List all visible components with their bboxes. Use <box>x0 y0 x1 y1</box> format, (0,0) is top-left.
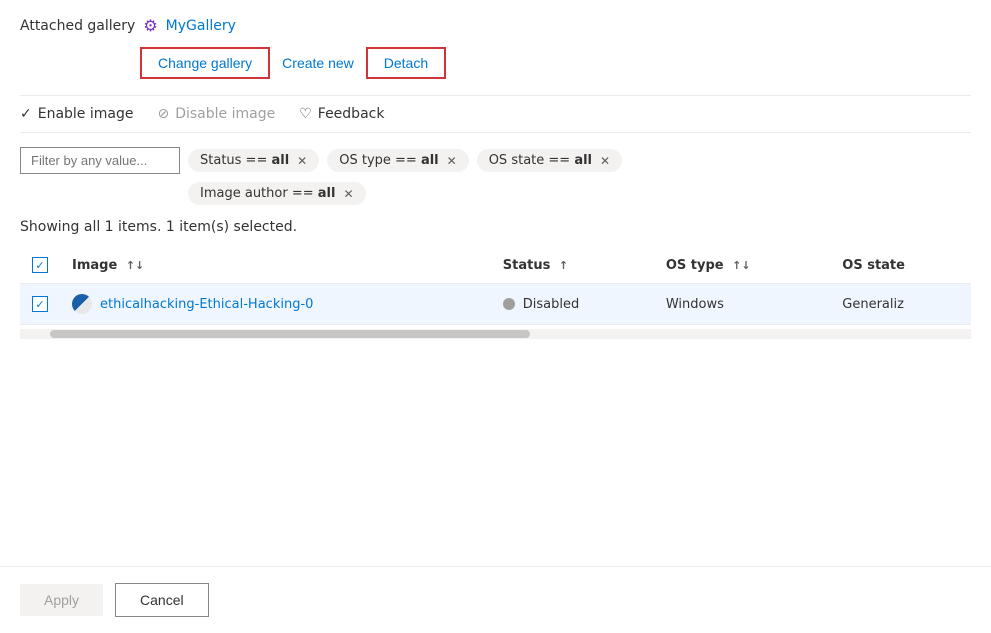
filter-chip-os-type: OS type == all ✕ <box>327 149 468 172</box>
horizontal-scrollbar[interactable] <box>20 329 971 339</box>
apply-button[interactable]: Apply <box>20 584 103 616</box>
feedback-toolbar-item[interactable]: ♡ Feedback <box>299 106 384 122</box>
filter-chip-image-author: Image author == all ✕ <box>188 182 366 205</box>
col-os-state: OS state <box>830 247 971 284</box>
header-checkbox[interactable] <box>32 257 48 273</box>
checkmark-icon: ✓ <box>20 106 32 122</box>
col-os-type-sort-icon[interactable]: ↑↓ <box>732 259 750 272</box>
filter-os-state-label: OS state == all <box>489 153 592 168</box>
bottom-action-bar: Apply Cancel <box>0 566 991 633</box>
filter-chip-os-state: OS state == all ✕ <box>477 149 622 172</box>
detach-button[interactable]: Detach <box>366 47 446 79</box>
disable-image-label: Disable image <box>175 106 275 122</box>
filter-line-2: Image author == all ✕ <box>188 182 971 205</box>
row-image-cell: ethicalhacking-Ethical-Hacking-0 <box>60 284 491 325</box>
os-type-value: Windows <box>666 297 724 312</box>
col-status-label: Status <box>503 258 551 273</box>
heart-icon: ♡ <box>299 106 312 122</box>
row-os-state-cell: Generaliz <box>830 284 971 325</box>
col-image-label: Image <box>72 258 117 273</box>
status-cell: Disabled <box>503 297 642 312</box>
header-checkbox-cell <box>20 247 60 284</box>
filter-os-state-close[interactable]: ✕ <box>600 155 610 167</box>
filter-os-type-close[interactable]: ✕ <box>447 155 457 167</box>
filter-status-label: Status == all <box>200 153 289 168</box>
feedback-label: Feedback <box>318 106 385 122</box>
items-count: Showing all 1 items. 1 item(s) selected. <box>20 219 971 235</box>
cancel-button[interactable]: Cancel <box>115 583 209 617</box>
filter-image-author-close[interactable]: ✕ <box>343 188 353 200</box>
filter-input[interactable] <box>20 147 180 174</box>
create-new-button[interactable]: Create new <box>282 55 354 71</box>
table-row: ethicalhacking-Ethical-Hacking-0 Disable… <box>20 284 971 325</box>
header-section: Attached gallery ⚙ MyGallery <box>20 16 971 35</box>
scrollbar-thumb[interactable] <box>50 330 530 338</box>
filter-image-author-label: Image author == all <box>200 186 335 201</box>
row-checkbox[interactable] <box>32 296 48 312</box>
action-buttons-row: Change gallery Create new Detach <box>140 47 971 79</box>
os-state-value: Generaliz <box>842 297 904 312</box>
change-gallery-button[interactable]: Change gallery <box>140 47 270 79</box>
filter-status-close[interactable]: ✕ <box>297 155 307 167</box>
col-status: Status ↑ <box>491 247 654 284</box>
table-container: Image ↑↓ Status ↑ OS type ↑↓ OS state <box>20 247 971 343</box>
row-checkbox-cell <box>20 284 60 325</box>
disable-image-toolbar-item[interactable]: ⊘ Disable image <box>157 106 275 122</box>
col-os-type: OS type ↑↓ <box>654 247 830 284</box>
toolbar-row: ✓ Enable image ⊘ Disable image ♡ Feedbac… <box>20 95 971 133</box>
filter-os-type-label: OS type == all <box>339 153 438 168</box>
image-name-link[interactable]: ethicalhacking-Ethical-Hacking-0 <box>72 294 479 314</box>
filter-section: Status == all ✕ OS type == all ✕ OS stat… <box>20 147 971 205</box>
gallery-name-link[interactable]: MyGallery <box>166 18 236 34</box>
image-name: ethicalhacking-Ethical-Hacking-0 <box>100 297 313 312</box>
images-table: Image ↑↓ Status ↑ OS type ↑↓ OS state <box>20 247 971 325</box>
filter-chip-status: Status == all ✕ <box>188 149 319 172</box>
enable-image-toolbar-item[interactable]: ✓ Enable image <box>20 106 133 122</box>
col-image-sort-icon[interactable]: ↑↓ <box>126 259 144 272</box>
col-image: Image ↑↓ <box>60 247 491 284</box>
row-status-cell: Disabled <box>491 284 654 325</box>
col-os-type-label: OS type <box>666 258 724 273</box>
attached-gallery-label: Attached gallery <box>20 18 135 34</box>
status-value: Disabled <box>523 297 579 312</box>
col-status-sort-icon[interactable]: ↑ <box>559 259 568 272</box>
filter-line-1: Status == all ✕ OS type == all ✕ OS stat… <box>20 147 971 174</box>
image-thumbnail-icon <box>72 294 92 314</box>
col-os-state-label: OS state <box>842 258 905 273</box>
status-dot-icon <box>503 298 515 310</box>
disable-icon: ⊘ <box>157 106 169 122</box>
table-header-row: Image ↑↓ Status ↑ OS type ↑↓ OS state <box>20 247 971 284</box>
row-os-type-cell: Windows <box>654 284 830 325</box>
gallery-gear-icon: ⚙ <box>143 16 157 35</box>
enable-image-label: Enable image <box>38 106 134 122</box>
